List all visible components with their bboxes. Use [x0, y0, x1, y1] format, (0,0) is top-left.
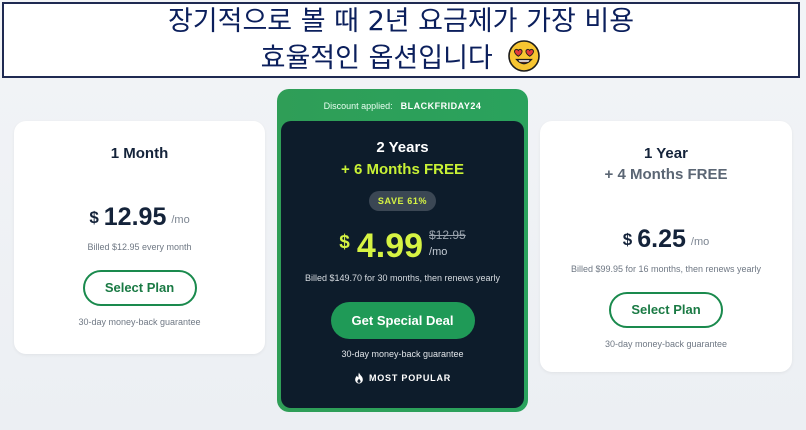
billing-note: Billed $99.95 for 16 months, then renews…	[570, 264, 762, 274]
caption-line-1: 장기적으로 볼 때 2년 요금제가 가장 비용	[167, 5, 635, 37]
plan-bonus: + 6 Months FREE	[341, 161, 464, 178]
currency-symbol: $	[339, 232, 350, 253]
price-amount: 4.99	[356, 227, 424, 265]
plan-card-1-year: 1 Year + 4 Months FREE $ 6.25 /mo Billed…	[540, 121, 792, 372]
select-plan-button[interactable]: Select Plan	[609, 292, 723, 328]
get-special-deal-button[interactable]: Get Special Deal	[330, 302, 475, 339]
caption-banner: 장기적으로 볼 때 2년 요금제가 가장 비용 효율적인 옵션입니다	[2, 2, 800, 78]
price-row: $ 12.95 /mo	[14, 203, 265, 232]
caption-line-2: 효율적인 옵션입니다	[260, 42, 493, 74]
guarantee-note: 30-day money-back guarantee	[78, 317, 201, 327]
flame-icon	[354, 372, 364, 384]
most-popular-text: MOST POPULAR	[368, 373, 452, 383]
heart-eyes-emoji-icon	[507, 39, 541, 73]
plan-title: 1 Year	[644, 145, 688, 162]
button-wrap: Select Plan	[14, 270, 265, 306]
discount-code: BLACKFRIDAY24	[400, 101, 482, 111]
price-period: /mo	[171, 214, 190, 226]
price-row: $ 4.99 $12.95 /mo	[281, 228, 524, 264]
plan-card-2-years: Discount applied: BLACKFRIDAY24 2 Years …	[277, 89, 528, 412]
plan-title: 1 Month	[110, 145, 169, 162]
currency-symbol: $	[622, 230, 633, 249]
discount-bar: Discount applied: BLACKFRIDAY24	[279, 91, 526, 121]
save-badge: SAVE 61%	[368, 191, 437, 211]
price-amount: 12.95	[103, 203, 167, 231]
billing-note: Billed $149.70 for 30 months, then renew…	[304, 273, 501, 283]
price-period: /mo	[429, 246, 448, 258]
plan-card-1-month: 1 Month $ 12.95 /mo Billed $12.95 every …	[14, 121, 265, 354]
button-wrap: Select Plan	[540, 292, 792, 328]
price-amount: 6.25	[637, 225, 686, 253]
discount-label: Discount applied:	[323, 101, 393, 111]
most-popular-label: MOST POPULAR	[281, 372, 524, 384]
plan-title: 2 Years	[376, 139, 429, 156]
guarantee-note: 30-day money-back guarantee	[604, 339, 728, 349]
pricing-screenshot: 장기적으로 볼 때 2년 요금제가 가장 비용 효율적인 옵션입니다 1 Mon…	[0, 0, 806, 430]
guarantee-note: 30-day money-back guarantee	[341, 349, 464, 359]
billing-note: Billed $12.95 every month	[87, 242, 192, 252]
select-plan-button[interactable]: Select Plan	[82, 270, 197, 306]
plan-bonus: + 4 Months FREE	[604, 166, 728, 183]
price-row: $ 6.25 /mo	[540, 225, 792, 254]
currency-symbol: $	[89, 208, 99, 227]
price-side: $12.95 /mo	[429, 228, 466, 258]
featured-panel: 2 Years + 6 Months FREE SAVE 61% $ 4.99 …	[281, 121, 524, 408]
save-badge-wrap: SAVE 61%	[281, 189, 524, 211]
price-period: /mo	[690, 236, 710, 248]
caption-line-2-wrap: 효율적인 옵션입니다	[261, 39, 542, 76]
original-price: $12.95	[429, 228, 466, 242]
button-wrap: Get Special Deal	[281, 302, 524, 339]
